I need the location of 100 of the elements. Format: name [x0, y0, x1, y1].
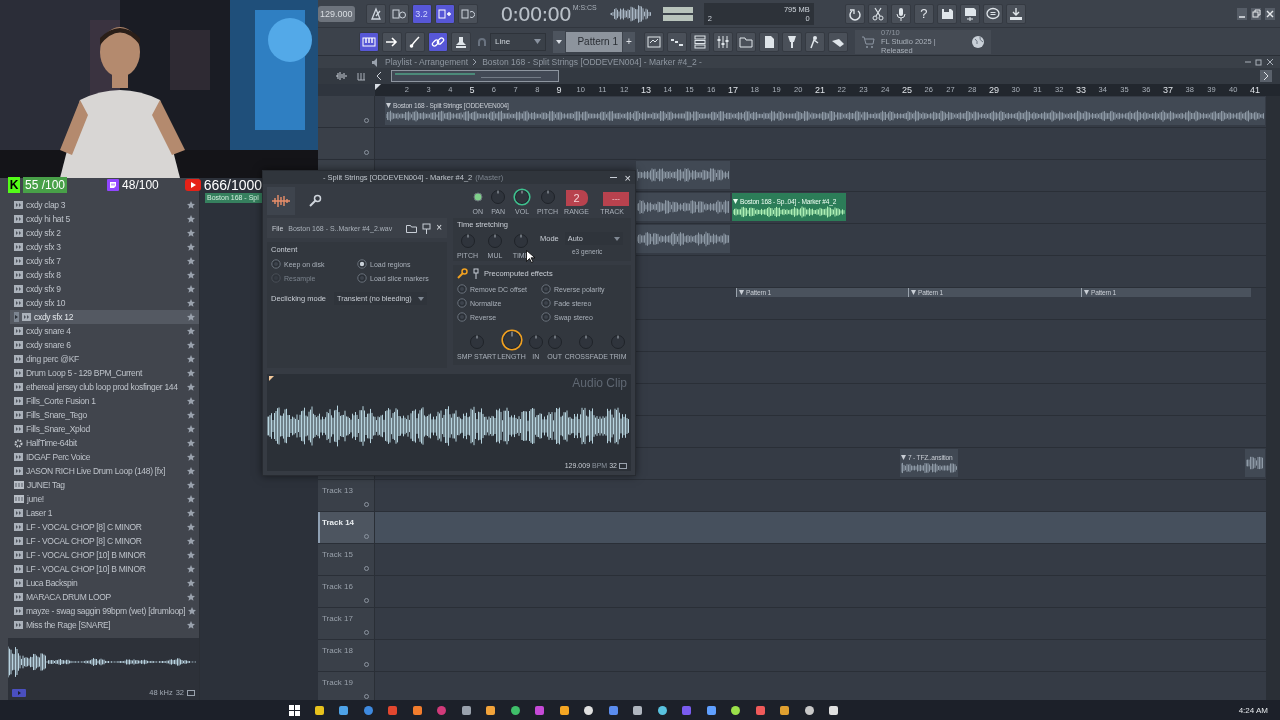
- radio-button[interactable]: [541, 284, 551, 294]
- add-pattern-button[interactable]: +: [623, 31, 635, 52]
- app-icon[interactable]: [730, 704, 741, 716]
- browser-item[interactable]: cxdy snare 4: [10, 324, 199, 338]
- track-selector[interactable]: ---: [603, 191, 629, 206]
- radio-button[interactable]: [357, 259, 367, 269]
- browser-item[interactable]: cxdy hi hat 5: [10, 212, 199, 226]
- browser-item[interactable]: Fills_Snare_Xplod: [10, 422, 199, 436]
- track-header[interactable]: Track 13: [318, 480, 375, 511]
- close-icon[interactable]: [1266, 58, 1274, 66]
- mixer-button[interactable]: [713, 31, 733, 52]
- knob[interactable]: [500, 329, 523, 351]
- track-header[interactable]: Track 19: [318, 672, 375, 700]
- star-icon[interactable]: [187, 593, 195, 601]
- wait-record-button[interactable]: [388, 3, 409, 24]
- tempo-display[interactable]: 129.000: [318, 5, 355, 22]
- radio-button[interactable]: [271, 259, 281, 269]
- start-marker-icon[interactable]: [269, 376, 274, 381]
- star-icon[interactable]: [187, 243, 195, 251]
- browser-item[interactable]: cxdy sfx 8: [10, 268, 199, 282]
- app-icon[interactable]: [338, 704, 349, 716]
- arrow-button[interactable]: [382, 31, 402, 52]
- star-icon[interactable]: [187, 509, 195, 517]
- app-icon[interactable]: [485, 704, 496, 716]
- star-icon[interactable]: [187, 313, 195, 321]
- app-icon[interactable]: [558, 704, 570, 716]
- browser-item[interactable]: cxdy clap 3: [10, 198, 199, 212]
- range-display[interactable]: 2: [565, 189, 588, 206]
- app-icon[interactable]: [460, 704, 472, 716]
- minimize-icon[interactable]: [1236, 7, 1248, 20]
- blend-record-button[interactable]: [434, 3, 455, 24]
- star-icon[interactable]: [187, 621, 195, 629]
- browser-item[interactable]: mayze - swag saggin 99bpm (wet) [drumloop]: [10, 604, 199, 618]
- step-sequencer-button[interactable]: [667, 31, 687, 52]
- star-icon[interactable]: [187, 285, 195, 293]
- file-button[interactable]: [759, 31, 779, 52]
- track-header[interactable]: Track 18: [318, 640, 375, 671]
- magnet-icon[interactable]: [477, 36, 487, 47]
- app-icon[interactable]: [656, 704, 668, 716]
- star-icon[interactable]: [187, 397, 195, 405]
- power-led[interactable]: [472, 191, 483, 202]
- minimize-icon[interactable]: [609, 174, 617, 181]
- browser-item[interactable]: cxdy sfx 9: [10, 282, 199, 296]
- channel-rack-button[interactable]: [690, 31, 710, 52]
- browser-item[interactable]: june!: [10, 492, 199, 506]
- audio-clip[interactable]: [636, 193, 730, 221]
- star-icon[interactable]: [187, 341, 195, 349]
- app-icon[interactable]: [828, 704, 839, 716]
- browser-item[interactable]: Fills_Corte Fusion 1: [10, 394, 199, 408]
- snap-dropdown[interactable]: Line: [490, 32, 546, 51]
- browser-item[interactable]: cxdy sfx 10: [10, 296, 199, 310]
- track-dot-icon[interactable]: [364, 598, 369, 603]
- app-icon[interactable]: [779, 704, 790, 716]
- save-button[interactable]: [936, 3, 957, 24]
- audio-clip[interactable]: [636, 225, 730, 253]
- windows-start-icon[interactable]: [289, 704, 300, 716]
- track-dot-icon[interactable]: [364, 662, 369, 667]
- browser-item[interactable]: LF - VOCAL CHOP [10] B MINOR: [10, 548, 199, 562]
- star-icon[interactable]: [187, 299, 195, 307]
- track-dot-icon[interactable]: [364, 150, 369, 155]
- star-icon[interactable]: [187, 355, 195, 363]
- playlist-button[interactable]: [644, 31, 664, 52]
- pattern-selector[interactable]: Pattern 1: [566, 31, 622, 52]
- close-icon[interactable]: [1264, 7, 1276, 20]
- knob[interactable]: [513, 187, 532, 206]
- browser-item[interactable]: Miss the Rage [SNARE]: [10, 618, 199, 632]
- track-dot-icon[interactable]: [364, 566, 369, 571]
- piano-icon[interactable]: [357, 71, 367, 81]
- clear-button[interactable]: ×: [436, 223, 442, 233]
- app-icon[interactable]: [313, 704, 325, 716]
- globe-icon[interactable]: [971, 34, 985, 49]
- metronome-button[interactable]: [365, 3, 386, 24]
- star-icon[interactable]: [187, 327, 195, 335]
- browser-item[interactable]: cxdy snare 6: [10, 338, 199, 352]
- loop-icon[interactable]: [187, 689, 195, 696]
- track-header[interactable]: Track 14: [318, 512, 375, 543]
- loop-record-button[interactable]: [457, 3, 478, 24]
- track-header[interactable]: Track 16: [318, 576, 375, 607]
- download-button[interactable]: [1005, 3, 1026, 24]
- browser-item[interactable]: cxdy sfx 12: [10, 310, 199, 324]
- pin-icon[interactable]: [473, 268, 479, 279]
- pin-icon[interactable]: [422, 222, 432, 234]
- browser-item[interactable]: ethereal jersey club loop prod kosfinger 144: [10, 380, 199, 394]
- star-icon[interactable]: [187, 271, 195, 279]
- app-icon[interactable]: [607, 704, 619, 716]
- audio-clip[interactable]: [636, 161, 730, 189]
- star-icon[interactable]: [187, 551, 195, 559]
- browser-item[interactable]: HalfTime-64bit: [10, 436, 199, 450]
- radio-button[interactable]: [357, 273, 367, 283]
- radio-button[interactable]: [457, 284, 467, 294]
- star-icon[interactable]: [187, 425, 195, 433]
- star-icon[interactable]: [187, 565, 195, 573]
- browser-item[interactable]: Laser 1: [10, 506, 199, 520]
- track-header[interactable]: Track 15: [318, 544, 375, 575]
- waveform-tool-icon[interactable]: [335, 71, 349, 81]
- track-dot-icon[interactable]: [364, 534, 369, 539]
- microphone-button[interactable]: [890, 3, 911, 24]
- stamp-button[interactable]: [451, 31, 471, 52]
- link-button[interactable]: [428, 31, 448, 52]
- star-icon[interactable]: [187, 495, 195, 503]
